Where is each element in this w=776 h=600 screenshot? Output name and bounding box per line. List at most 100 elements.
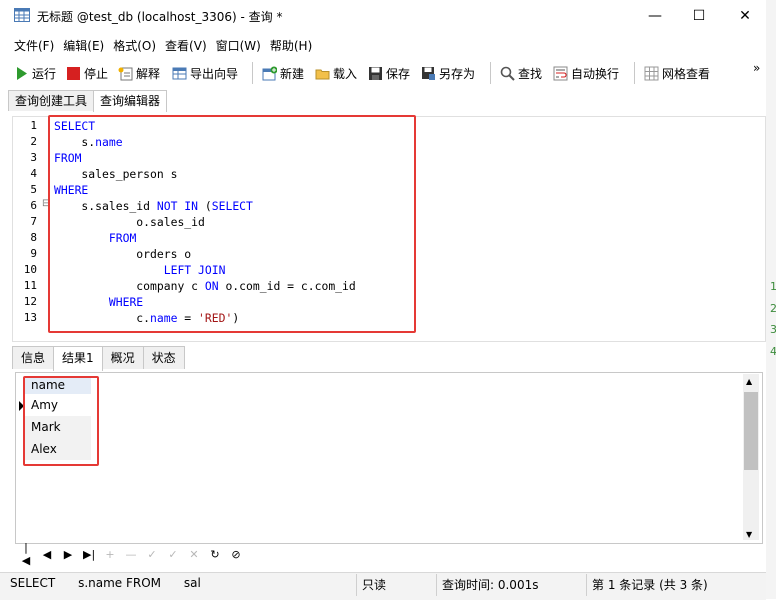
line-number: 3 [30, 151, 37, 164]
menu-edit[interactable]: 编辑(E) [54, 37, 104, 54]
prev-record-icon[interactable]: ◀ [41, 548, 53, 561]
line-number-gutter: 1 2 3 4 5 6 7 8 9 10 11 12 13 [13, 118, 41, 326]
right-strip-number: 3 [770, 323, 776, 336]
save-as-label: 另存为 [439, 66, 476, 81]
tab-query-builder[interactable]: 查询创建工具 [8, 90, 95, 111]
menu-help[interactable]: 帮助(H) [261, 37, 312, 54]
save-label: 保存 [386, 66, 411, 81]
window-title: 无标题 @test_db (localhost_3306) - 查询 * [37, 10, 283, 24]
find-button[interactable]: 查找 [500, 64, 542, 82]
line-number: 8 [30, 231, 37, 244]
tab-profile[interactable]: 概况 [101, 346, 144, 369]
status-sql: SELECT s.name FROM sal [10, 576, 201, 590]
new-button[interactable]: 新建 [262, 64, 304, 82]
word-wrap-button[interactable]: 自动换行 [553, 64, 619, 82]
line-number: 1 [30, 119, 37, 132]
right-strip-number: 2 [770, 302, 776, 315]
word-wrap-label: 自动换行 [571, 66, 620, 81]
explain-button[interactable]: 解释 [118, 64, 160, 82]
toolbar-divider [634, 62, 635, 84]
line-number: 12 [23, 295, 37, 308]
new-label: 新建 [280, 66, 305, 81]
grid-view-label: 网格查看 [662, 66, 711, 81]
load-label: 载入 [333, 66, 358, 81]
grid-scrollbar-thumb[interactable] [744, 392, 758, 470]
new-query-icon [262, 66, 278, 81]
record-nav-bar: |◀ ◀ ▶ ▶| + — ✓ ✓ ✕ ↻ ⊘ [20, 541, 242, 567]
scroll-down-arrow-icon[interactable]: ▼ [746, 530, 752, 539]
export-wizard-button[interactable]: 导出向导 [172, 64, 238, 82]
tab-query-editor[interactable]: 查询编辑器 [93, 90, 168, 112]
search-icon [500, 66, 515, 81]
add-record-icon[interactable]: + [104, 548, 116, 561]
export-label: 导出向导 [190, 66, 239, 81]
result-grid[interactable] [15, 372, 763, 544]
toolbar-divider [490, 62, 491, 84]
result-tabs: 信息 结果1 概况 状态 [12, 346, 185, 371]
highlight-box-sql [48, 115, 416, 333]
find-label: 查找 [518, 66, 543, 81]
first-record-icon[interactable]: |◀ [20, 541, 32, 567]
last-record-icon[interactable]: ▶| [83, 548, 95, 561]
run-button[interactable]: 运行 [14, 64, 56, 82]
scroll-up-arrow-icon[interactable]: ▲ [746, 377, 752, 386]
explain-icon [118, 66, 133, 81]
toolbar-overflow-chevron[interactable]: » [753, 61, 760, 75]
run-icon [14, 66, 29, 81]
menu-file[interactable]: 文件(F) [0, 37, 54, 54]
apply-icon[interactable]: ✓ [167, 548, 179, 561]
line-number: 11 [23, 279, 37, 292]
load-button[interactable]: 载入 [315, 64, 357, 82]
explain-label: 解释 [136, 66, 161, 81]
tab-info[interactable]: 信息 [12, 346, 55, 369]
save-as-icon [421, 66, 436, 81]
right-strip-number: 1 [770, 280, 776, 293]
grid-icon [644, 66, 659, 81]
line-number: 10 [23, 263, 37, 276]
line-number: 4 [30, 167, 37, 180]
right-side-strip [766, 0, 776, 599]
status-record-count: 第 1 条记录 (共 3 条) [592, 578, 708, 592]
stop-button[interactable]: 停止 [66, 64, 108, 82]
menu-format[interactable]: 格式(O) [104, 37, 156, 54]
grid-view-button[interactable]: 网格查看 [644, 64, 710, 82]
tab-status[interactable]: 状态 [142, 346, 185, 369]
save-button[interactable]: 保存 [368, 64, 410, 82]
next-record-icon[interactable]: ▶ [62, 548, 74, 561]
line-number: 5 [30, 183, 37, 196]
menu-view[interactable]: 查看(V) [156, 37, 207, 54]
run-label: 运行 [32, 66, 57, 81]
close-button[interactable]: ✕ [722, 4, 768, 28]
delete-record-icon[interactable]: — [125, 548, 137, 561]
stop-icon [66, 66, 81, 81]
maximize-button[interactable]: ☐ [676, 4, 722, 28]
highlight-box-results [23, 376, 99, 466]
line-number: 9 [30, 247, 37, 260]
stop-label: 停止 [84, 66, 109, 81]
status-mode: 只读 [362, 578, 387, 592]
app-icon [14, 8, 30, 22]
query-tabs: 查询创建工具 查询编辑器 [8, 90, 168, 112]
status-query-time: 查询时间: 0.001s [442, 578, 539, 592]
minimize-button[interactable]: — [632, 4, 678, 28]
word-wrap-icon [553, 66, 568, 81]
line-number: 7 [30, 215, 37, 228]
export-icon [172, 66, 187, 81]
menu-window[interactable]: 窗口(W) [207, 37, 261, 54]
toolbar-divider [252, 62, 253, 84]
refresh-icon[interactable]: ↻ [209, 548, 221, 561]
status-divider [436, 574, 437, 596]
line-number: 6 [30, 199, 37, 212]
status-divider [356, 574, 357, 596]
folder-icon [315, 66, 330, 81]
discard-icon[interactable]: ✕ [188, 548, 200, 561]
menu-bar: 文件(F) 编辑(E) 格式(O) 查看(V) 窗口(W) 帮助(H) [0, 32, 766, 58]
save-icon [368, 66, 383, 81]
apply-icon[interactable]: ✓ [146, 548, 158, 561]
line-number: 13 [23, 311, 37, 324]
line-number: 2 [30, 135, 37, 148]
tab-result1[interactable]: 结果1 [53, 346, 103, 371]
stop-loading-icon[interactable]: ⊘ [230, 548, 242, 561]
status-divider [586, 574, 587, 596]
save-as-button[interactable]: 另存为 [421, 64, 475, 82]
